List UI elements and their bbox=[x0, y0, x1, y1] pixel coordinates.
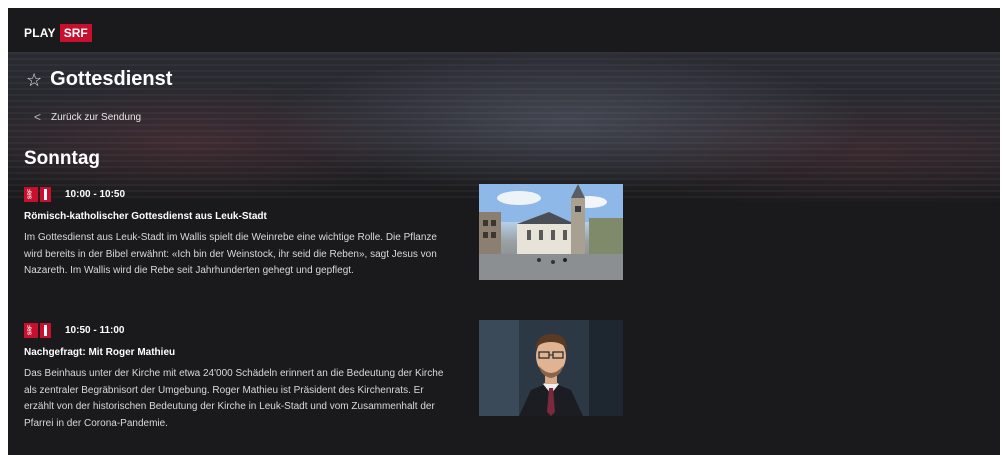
chevron-left-icon: < bbox=[34, 110, 42, 124]
episode-thumbnail-portrait[interactable] bbox=[479, 320, 623, 416]
app-frame: PLAY SRF ☆ Gottesdienst < Zurück zur Sen… bbox=[8, 8, 1000, 455]
episode-description: Das Beinhaus unter der Kirche mit etwa 2… bbox=[24, 368, 444, 429]
back-link-label: Zurück zur Sendung bbox=[51, 111, 142, 123]
srf-box-icon: SRF bbox=[24, 186, 38, 202]
episode-time: 10:00 - 10:50 bbox=[65, 188, 126, 200]
logo-srf-text: SRF bbox=[59, 24, 92, 42]
title-row: ☆ Gottesdienst bbox=[26, 68, 172, 91]
portrait-image bbox=[479, 320, 623, 416]
srf1-channel-logo: SRF bbox=[24, 322, 51, 338]
top-bar: PLAY SRF bbox=[8, 8, 1000, 52]
logo-play-text: PLAY bbox=[24, 26, 56, 40]
back-to-show-link[interactable]: < Zurück zur Sendung bbox=[34, 110, 141, 124]
church-image bbox=[479, 184, 623, 280]
channel-one-icon bbox=[40, 322, 51, 338]
page-title: Gottesdienst bbox=[50, 68, 173, 90]
star-outline-icon[interactable]: ☆ bbox=[26, 70, 42, 90]
srf1-channel-logo: SRF bbox=[24, 186, 51, 202]
srf-box-icon: SRF bbox=[24, 322, 38, 338]
episode-description: Im Gottesdienst aus Leuk-Stadt im Wallis… bbox=[24, 232, 437, 276]
episode-time: 10:50 - 11:00 bbox=[65, 324, 125, 336]
episode-thumbnail-church[interactable] bbox=[479, 184, 623, 280]
day-heading: Sonntag bbox=[24, 148, 100, 169]
play-srf-logo[interactable]: PLAY SRF bbox=[24, 24, 92, 42]
channel-one-icon bbox=[40, 186, 51, 202]
